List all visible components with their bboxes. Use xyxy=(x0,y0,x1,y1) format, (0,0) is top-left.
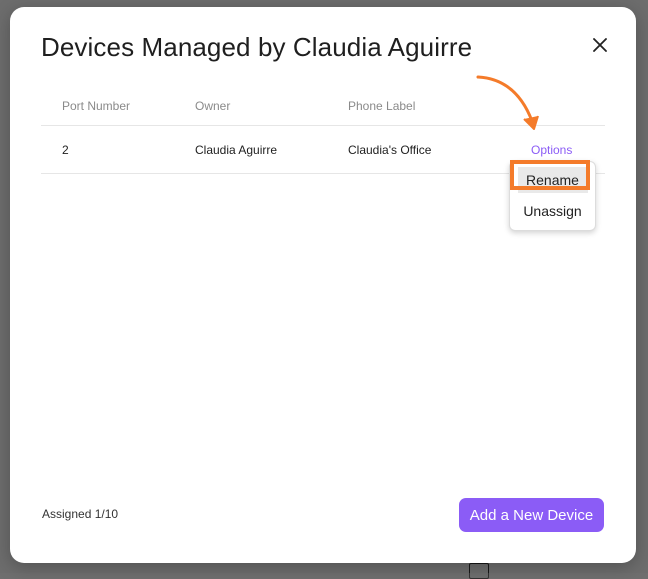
devices-modal: Devices Managed by Claudia Aguirre Port … xyxy=(10,7,636,563)
options-dropdown-menu: Rename Unassign xyxy=(509,161,596,231)
add-new-device-button[interactable]: Add a New Device xyxy=(459,498,604,532)
modal-title: Devices Managed by Claudia Aguirre xyxy=(41,32,473,62)
close-icon xyxy=(593,38,607,52)
cell-phone-label: Claudia's Office xyxy=(348,142,432,157)
menu-item-unassign[interactable]: Unassign xyxy=(510,196,595,226)
menu-item-rename[interactable]: Rename xyxy=(510,165,595,195)
header-port-number: Port Number xyxy=(62,99,131,113)
assigned-count: Assigned 1/10 xyxy=(42,507,119,521)
header-owner: Owner xyxy=(195,99,231,113)
menu-item-rename-label: Rename xyxy=(517,167,588,193)
header-phone-label: Phone Label xyxy=(348,99,416,113)
annotation-arrow-icon xyxy=(476,75,539,130)
close-button[interactable] xyxy=(588,33,612,57)
cell-owner: Claudia Aguirre xyxy=(195,142,278,157)
cell-port-number: 2 xyxy=(62,142,69,157)
